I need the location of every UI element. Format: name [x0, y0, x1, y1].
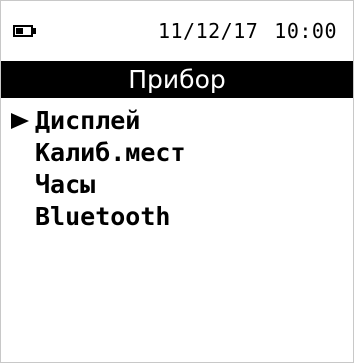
menu-item-label: Часы: [35, 170, 96, 199]
screen-title: Прибор: [1, 61, 353, 98]
menu-item-label: Bluetooth: [35, 202, 171, 231]
menu-item-label: Калиб.мест: [35, 138, 186, 167]
date-text: 11/12/17: [157, 19, 259, 43]
battery-fill: [16, 28, 23, 34]
triangle-right-icon: [9, 105, 31, 137]
battery-tip: [33, 28, 36, 34]
menu-list: Дисплей Калиб.мест Часы Bluetooth: [1, 105, 353, 233]
menu-item-clock[interactable]: Часы: [1, 169, 353, 201]
datetime: 11/12/17 10:00: [158, 19, 337, 43]
device-screen: 11/12/17 10:00 Прибор Дисплей Калиб.мест …: [0, 0, 354, 363]
menu-item-calibration[interactable]: Калиб.мест: [1, 137, 353, 169]
time-text: 10:00: [274, 19, 337, 43]
menu-item-bluetooth[interactable]: Bluetooth: [1, 201, 353, 233]
menu-item-display[interactable]: Дисплей: [1, 105, 353, 137]
battery-icon: [13, 25, 33, 37]
status-bar: 11/12/17 10:00: [1, 1, 353, 61]
menu-item-label: Дисплей: [35, 106, 141, 135]
